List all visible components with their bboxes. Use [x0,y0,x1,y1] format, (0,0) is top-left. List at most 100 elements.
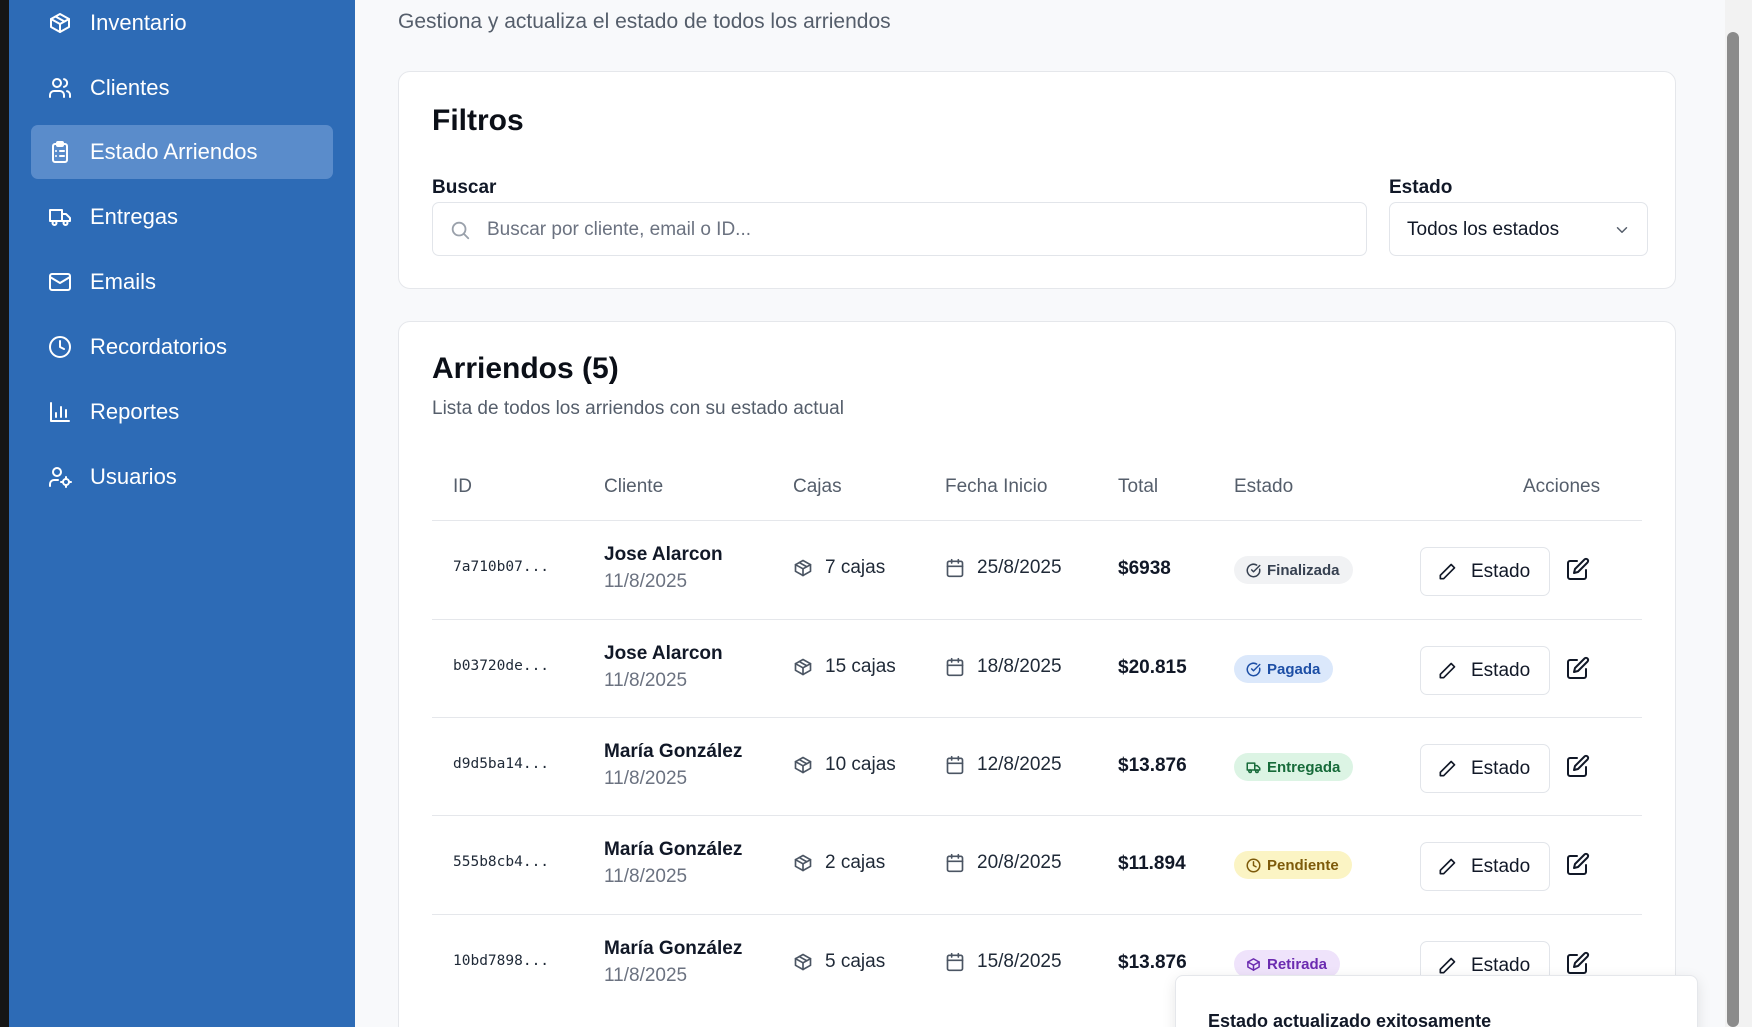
client-created-date: 11/8/2025 [604,965,688,986]
truck-icon [49,209,71,226]
start-date: 18/8/2025 [977,656,1062,677]
edit-icon[interactable] [1566,656,1590,680]
total-amount: $13.876 [1118,952,1187,973]
status-badge: Pendiente [1234,851,1352,879]
package-icon [1247,957,1260,971]
users-icon [49,78,72,98]
clock-icon [1246,858,1261,872]
edit-icon[interactable] [1566,557,1590,581]
total-amount: $13.876 [1118,755,1187,776]
edit-icon[interactable] [1566,754,1590,778]
scrollbar-thumb[interactable] [1727,32,1739,1027]
search-placeholder: Buscar por cliente, email o ID... [487,219,751,240]
truck-icon [1246,761,1261,773]
sidebar-item-usuarios[interactable]: Usuarios [31,450,333,504]
bar-chart-icon [50,402,70,422]
sidebar-item-label: Emails [90,269,157,294]
column-header-fecha-inicio: Fecha Inicio [945,476,1048,497]
boxes-count: 10 cajas [825,754,896,775]
table-row: 555b8cb4... María González 11/8/2025 2 c… [432,816,1642,914]
edit-icon[interactable] [1566,951,1590,975]
client-name: Jose Alarcon [604,643,723,664]
change-status-button[interactable]: Estado [1420,646,1550,695]
client-created-date: 11/8/2025 [604,571,688,592]
search-input[interactable]: Buscar por cliente, email o ID... [432,202,1367,256]
package-icon [794,559,812,577]
client-created-date: 11/8/2025 [604,866,688,887]
total-amount: $6938 [1118,558,1171,579]
status-badge-label: Entregada [1267,758,1341,776]
sidebar-item-recordatorios[interactable]: Recordatorios [31,320,333,374]
window-edge [0,0,9,1027]
boxes-cell: 5 cajas [793,951,885,973]
client-name: María González [604,938,743,959]
client-created-date: 11/8/2025 [604,670,688,691]
sidebar-item-estado-arriendos[interactable]: Estado Arriendos [31,125,333,179]
sidebar-item-label: Usuarios [90,464,177,489]
user-cog-icon [49,467,72,488]
check-circle-icon [1246,662,1261,676]
start-date-cell: 18/8/2025 [945,656,1062,678]
status-badge-label: Pagada [1267,660,1321,678]
status-badge-label: Finalizada [1267,561,1340,579]
rentals-title: Arriendos (5) [432,352,619,385]
page-subtitle: Gestiona y actualiza el estado de todos … [398,10,891,33]
change-status-button[interactable]: Estado [1420,744,1550,793]
boxes-count: 5 cajas [825,951,886,972]
package-icon [794,756,812,774]
status-badge: Entregada [1234,753,1354,781]
edit-icon[interactable] [1566,852,1590,876]
start-date: 15/8/2025 [977,951,1062,972]
sidebar-item-label: Reportes [90,399,180,424]
start-date-cell: 12/8/2025 [945,754,1062,776]
column-header-estado: Estado [1234,476,1294,497]
sidebar-item-label: Recordatorios [90,334,227,359]
sidebar-item-entregas[interactable]: Entregas [31,190,333,244]
client-name: María González [604,741,743,762]
boxes-cell: 7 cajas [793,557,885,579]
package-icon [794,854,812,872]
rental-id: 555b8cb4... [453,854,550,870]
rental-id: 7a710b07... [453,559,550,575]
sidebar: Inventario Clientes Estado Arriendos Ent… [9,0,355,1027]
table-row: 7a710b07... Jose Alarcon 11/8/2025 7 caj… [432,521,1642,619]
clock-icon [49,336,71,358]
search-label: Buscar [432,177,497,198]
column-header-id: ID [453,476,472,497]
calendar-icon [946,755,964,775]
pencil-icon [1439,760,1456,776]
sidebar-item-inventario[interactable]: Inventario [31,0,333,50]
change-status-button[interactable]: Estado [1420,547,1550,596]
filters-title: Filtros [432,104,524,137]
check-circle-icon [1246,563,1261,577]
table-row: d9d5ba14... María González 11/8/2025 10 … [432,718,1642,816]
table-row: b03720de... Jose Alarcon 11/8/2025 15 ca… [432,620,1642,718]
calendar-icon [946,558,964,578]
chevron-down-icon [1616,227,1628,233]
column-header-cajas: Cajas [793,476,842,497]
status-badge: Pagada [1234,655,1334,683]
rental-id: b03720de... [453,658,550,674]
status-badge: Retirada [1234,950,1341,978]
column-header-total: Total [1118,476,1159,497]
calendar-icon [946,853,964,873]
success-toast[interactable]: Estado actualizado exitosamente [1175,975,1698,1027]
calendar-icon [946,657,964,677]
total-amount: $20.815 [1118,657,1187,678]
client-name: María González [604,839,743,860]
start-date-cell: 15/8/2025 [945,951,1062,973]
change-status-label: Estado [1471,659,1531,681]
sidebar-item-emails[interactable]: Emails [31,255,333,309]
start-date: 20/8/2025 [977,852,1062,873]
change-status-label: Estado [1471,954,1531,976]
sidebar-item-label: Entregas [90,204,179,229]
status-select-value: Todos los estados [1407,219,1560,240]
change-status-button[interactable]: Estado [1420,842,1550,891]
sidebar-item-clientes[interactable]: Clientes [31,61,333,115]
rental-id: d9d5ba14... [453,756,550,772]
sidebar-item-label: Estado Arriendos [90,139,258,164]
sidebar-item-reportes[interactable]: Reportes [31,385,333,439]
change-status-label: Estado [1471,855,1531,877]
status-select[interactable]: Todos los estados [1389,202,1648,256]
start-date: 25/8/2025 [977,557,1062,578]
